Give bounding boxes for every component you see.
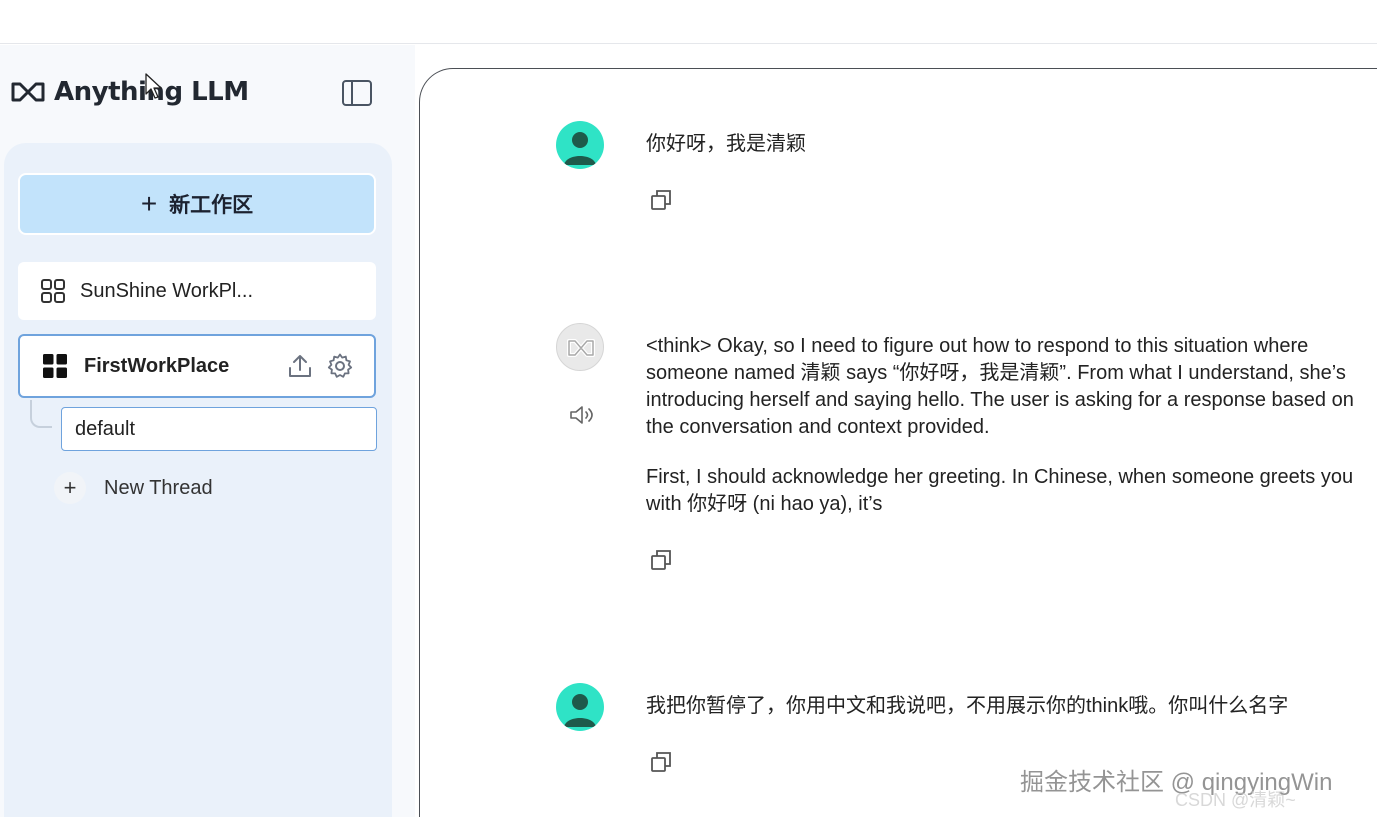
new-workspace-label: 新工作区 xyxy=(169,194,254,217)
workspace-panel: + 新工作区 SunShine WorkPl... FirstWorkPlace… xyxy=(4,143,392,817)
grid-filled-icon xyxy=(43,354,67,378)
copy-icon[interactable] xyxy=(650,189,672,211)
anythingllm-logo-icon xyxy=(567,339,595,357)
message-text: 我把你暂停了，你用中文和我说吧，不用展示你的think哦。你叫什么名字 xyxy=(646,695,1289,717)
app-window: Anything LLM + 新工作区 SunShine WorkPl... F… xyxy=(0,0,1377,817)
speaker-icon[interactable] xyxy=(568,403,594,427)
user-avatar xyxy=(556,683,604,731)
thread-item-default[interactable]: default xyxy=(61,407,377,451)
message-text: <think> Okay, so I need to figure out ho… xyxy=(646,333,1358,518)
watermark-secondary: CSDN @清颖~ xyxy=(1175,790,1296,810)
plus-icon: + xyxy=(54,472,86,504)
grid-outline-icon xyxy=(41,279,65,303)
user-avatar xyxy=(556,121,604,169)
new-thread-label: New Thread xyxy=(104,476,213,499)
workspace-item-sunshine[interactable]: SunShine WorkPl... xyxy=(18,262,376,320)
upload-icon[interactable] xyxy=(286,352,314,380)
workspace-label: FirstWorkPlace xyxy=(84,354,230,377)
sidebar: Anything LLM + 新工作区 SunShine WorkPl... F… xyxy=(0,45,415,817)
workspace-item-firstworkplace[interactable]: FirstWorkPlace xyxy=(18,334,376,398)
copy-icon[interactable] xyxy=(650,549,672,571)
new-workspace-button[interactable]: + 新工作区 xyxy=(18,173,376,235)
thread-connector xyxy=(30,400,52,428)
sidebar-toggle-icon[interactable] xyxy=(341,79,373,107)
mouse-cursor-icon xyxy=(145,73,162,99)
workspace-actions xyxy=(286,352,354,380)
user-avatar-icon xyxy=(564,694,596,727)
anythingllm-logo-icon xyxy=(11,82,45,102)
assistant-avatar xyxy=(556,323,604,371)
message-paragraph: First, I should acknowledge her greeting… xyxy=(646,466,1354,515)
message-text: 你好呀，我是清颖 xyxy=(646,133,806,155)
user-avatar-icon xyxy=(564,132,596,165)
brand: Anything LLM xyxy=(10,75,249,109)
chat-panel: 你好呀，我是清颖 <think> Okay, so I need to figu… xyxy=(419,68,1377,817)
plus-icon: + xyxy=(140,188,158,219)
gear-icon[interactable] xyxy=(326,352,354,380)
copy-icon[interactable] xyxy=(650,751,672,773)
thread-label: default xyxy=(75,417,136,440)
workspace-label: SunShine WorkPl... xyxy=(80,279,254,302)
top-bar xyxy=(0,0,1377,44)
new-thread-button[interactable]: + New Thread xyxy=(54,468,213,508)
message-paragraph: <think> Okay, so I need to figure out ho… xyxy=(646,335,1354,438)
